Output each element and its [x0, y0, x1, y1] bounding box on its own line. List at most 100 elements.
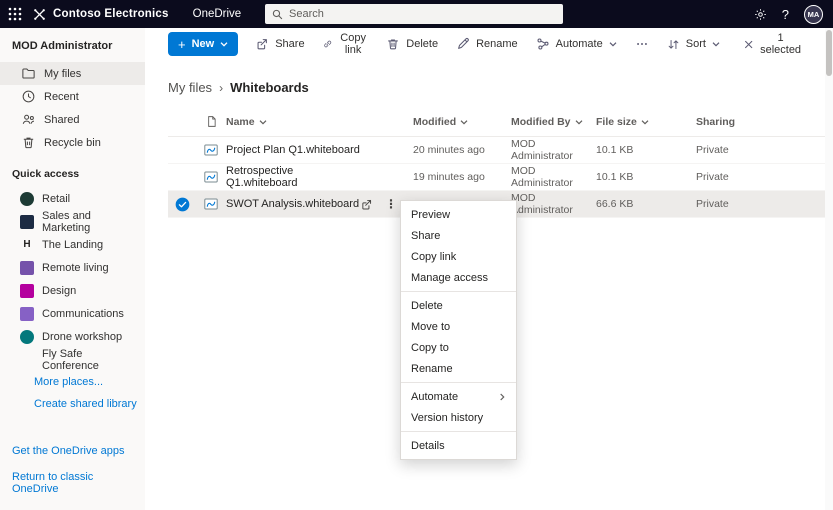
sort-button[interactable]: Sort — [658, 31, 729, 57]
sidebar-quick-access-item[interactable]: Design — [0, 279, 145, 302]
top-app-bar: Contoso Electronics OneDrive ? MA — [0, 0, 833, 28]
more-actions-icon[interactable]: ⋮ — [385, 197, 397, 211]
recycle-bin-icon — [20, 135, 36, 151]
site-icon — [20, 214, 34, 229]
column-header-sharing[interactable]: Sharing — [696, 116, 833, 128]
context-menu-item[interactable]: Move to — [401, 316, 516, 337]
sidebar-item-label: Sales and Marketing — [42, 209, 91, 234]
whiteboard-file-icon — [196, 142, 226, 158]
search-box[interactable] — [265, 4, 563, 24]
new-button[interactable]: + New — [168, 32, 239, 56]
chevron-down-icon — [220, 40, 228, 48]
more-icon — [636, 43, 647, 45]
search-input[interactable] — [289, 8, 556, 20]
automate-command[interactable]: Automate — [527, 31, 626, 57]
site-icon — [20, 283, 34, 298]
menu-divider — [401, 382, 516, 383]
sidebar-item-my-files[interactable]: My files — [0, 62, 145, 85]
more-places-link[interactable]: More places... — [0, 371, 145, 393]
breadcrumb-current-folder: Whiteboards — [230, 80, 309, 95]
return-classic-link[interactable]: Return to classic OneDrive — [0, 464, 145, 502]
app-launcher-button[interactable] — [0, 0, 30, 28]
file-name-cell: Retrospective Q1.whiteboard ⋮ — [226, 165, 413, 189]
file-name: SWOT Analysis.whiteboard — [226, 198, 360, 210]
chevron-down-icon — [609, 40, 617, 48]
user-name: MOD Administrator — [12, 40, 113, 52]
context-menu-item[interactable]: Details — [401, 435, 516, 456]
settings-button[interactable] — [754, 8, 767, 21]
context-menu-item[interactable]: Automate — [401, 386, 516, 407]
select-all-icon[interactable] — [196, 115, 226, 128]
column-header-modified[interactable]: Modified — [413, 116, 511, 128]
sidebar-quick-access-item[interactable]: Retail — [0, 187, 145, 210]
sharing-cell: Private — [696, 144, 729, 156]
sidebar-quick-access-item[interactable]: Fly Safe Conference — [0, 348, 145, 372]
sidebar-footer: Get the OneDrive apps Return to classic … — [0, 438, 145, 510]
topbar-actions: ? MA — [754, 4, 833, 24]
copy-link-command[interactable]: Copy link — [314, 31, 378, 57]
rename-command[interactable]: Rename — [447, 31, 527, 57]
file-name: Project Plan Q1.whiteboard — [226, 144, 360, 156]
sidebar-quick-access-item[interactable]: Drone workshop — [0, 325, 145, 348]
column-header-name[interactable]: Name — [226, 116, 413, 128]
chevron-down-icon — [460, 118, 468, 126]
dismiss-icon — [744, 40, 753, 48]
sharing-cell: Private — [696, 171, 729, 183]
command-bar: + New Share Copy link Delete Rename Auto… — [145, 28, 833, 60]
context-menu-item[interactable]: Delete — [401, 295, 516, 316]
sidebar-item-shared[interactable]: Shared — [0, 108, 145, 131]
sidebar-quick-access-item[interactable]: Sales and Marketing — [0, 209, 145, 234]
context-menu-item[interactable]: Version history — [401, 407, 516, 428]
context-menu-item-label: Details — [411, 439, 445, 452]
column-header-modified-by[interactable]: Modified By — [511, 116, 596, 128]
sidebar-item-label: Shared — [44, 113, 80, 126]
context-menu-item[interactable]: Copy link — [401, 246, 516, 267]
account-avatar[interactable]: MA — [804, 4, 823, 24]
search-icon — [272, 9, 283, 20]
context-menu-item-label: Manage access — [411, 271, 489, 284]
breadcrumb-chevron-icon: › — [219, 80, 224, 95]
sidebar-item-label: Communications — [42, 307, 124, 320]
brand-name[interactable]: Contoso Electronics — [53, 8, 169, 20]
clear-selection-button[interactable]: 1 selected — [735, 31, 811, 57]
share-icon — [257, 39, 268, 50]
left-navigation: MOD Administrator My files Recent Shared… — [0, 28, 145, 510]
submenu-chevron-icon — [498, 393, 506, 401]
create-shared-library-link[interactable]: Create shared library — [0, 393, 145, 415]
context-menu-item[interactable]: Manage access — [401, 267, 516, 288]
delete-command[interactable]: Delete — [377, 31, 447, 57]
share-command[interactable]: Share — [246, 31, 313, 57]
onedrive-app: Contoso Electronics OneDrive ? MA — [0, 0, 833, 510]
app-name-onedrive[interactable]: OneDrive — [193, 8, 242, 20]
chevron-down-icon — [575, 118, 583, 126]
file-row[interactable]: Retrospective Q1.whiteboard ⋮ — [168, 164, 833, 191]
context-menu-item[interactable]: Copy to — [401, 337, 516, 358]
help-button[interactable]: ? — [782, 7, 789, 22]
get-onedrive-apps-link[interactable]: Get the OneDrive apps — [0, 438, 145, 464]
more-commands-button[interactable] — [626, 31, 658, 57]
context-menu-item[interactable]: Rename — [401, 358, 516, 379]
sharing-cell: Private — [696, 198, 729, 210]
sidebar-quick-access-item[interactable]: Communications — [0, 302, 145, 325]
context-menu-item[interactable]: Preview — [401, 204, 516, 225]
context-menu-item-label: Copy to — [411, 341, 449, 354]
sidebar-item-recent[interactable]: Recent — [0, 85, 145, 108]
context-menu-item[interactable]: Share — [401, 225, 516, 246]
column-header-file-size[interactable]: File size — [596, 116, 696, 128]
context-menu-item-label: Delete — [411, 299, 443, 312]
sort-icon — [668, 39, 679, 49]
chevron-down-icon — [259, 118, 267, 126]
sidebar-item-recycle-bin[interactable]: Recycle bin — [0, 131, 145, 154]
selection-checkbox[interactable] — [168, 197, 196, 212]
sidebar-quick-access-item[interactable]: Remote living — [0, 256, 145, 279]
share-file-icon[interactable] — [360, 198, 373, 211]
modified-cell: 20 minutes ago — [413, 144, 485, 156]
site-icon — [20, 306, 34, 321]
vertical-scrollbar[interactable] — [825, 28, 833, 510]
sidebar-quick-access-item[interactable]: H The Landing — [0, 233, 145, 256]
scrollbar-thumb[interactable] — [826, 30, 832, 76]
command-bar-right: Sort 1 selected — [658, 31, 833, 57]
breadcrumb-my-files[interactable]: My files — [168, 80, 212, 95]
file-row[interactable]: Project Plan Q1.whiteboard ⋮ — [168, 137, 833, 164]
file-size-cell: 66.6 KB — [596, 198, 634, 210]
